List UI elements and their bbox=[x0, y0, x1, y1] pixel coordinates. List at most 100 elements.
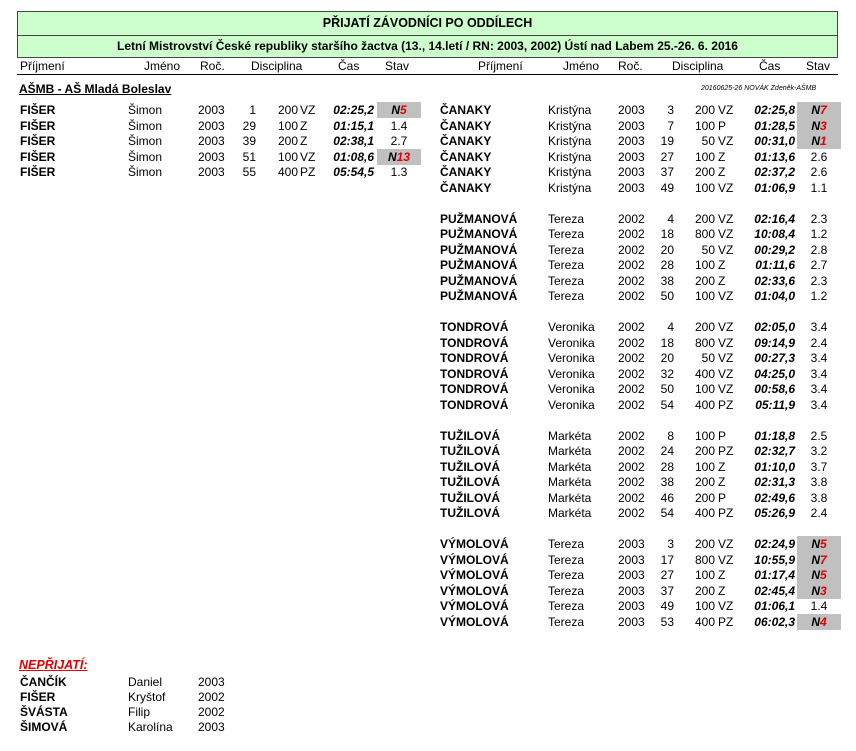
surname-cell: TONDROVÁ bbox=[440, 335, 509, 350]
stroke-cell: VZ bbox=[718, 382, 734, 396]
stroke-cell: Z bbox=[718, 165, 726, 179]
name-cell: Kristýna bbox=[548, 134, 592, 148]
time-cell: 06:02,3 bbox=[754, 614, 795, 629]
status-rank: 3 bbox=[819, 118, 827, 133]
surname-cell: TONDROVÁ bbox=[440, 397, 509, 412]
distance-cell: 400 bbox=[694, 506, 715, 520]
time-cell: 01:28,5 bbox=[754, 118, 795, 133]
distance-cell: 100 bbox=[694, 599, 715, 613]
year-cell: 2003 bbox=[618, 552, 645, 567]
name-cell: Tereza bbox=[548, 599, 585, 613]
status-value: 2.3 bbox=[810, 273, 828, 288]
header-year: Roč. bbox=[200, 59, 225, 73]
stroke-cell: VZ bbox=[718, 552, 734, 567]
year-cell: 2002 bbox=[618, 459, 645, 474]
table-row: TONDROVÁ Veronika 2002 54 400 PZ 05:11,9 3.4 bbox=[0, 397, 856, 413]
surname-cell: TONDROVÁ bbox=[440, 366, 509, 381]
stroke-cell: Z bbox=[718, 475, 726, 489]
year-cell: 2003 bbox=[618, 165, 645, 179]
time-cell: 02:25,8 bbox=[754, 103, 795, 117]
name-cell: Tereza bbox=[548, 273, 585, 288]
status-badge: N5 bbox=[797, 567, 841, 583]
time-cell: 09:14,9 bbox=[754, 335, 795, 350]
time-cell: 02:37,2 bbox=[754, 165, 795, 179]
distance-cell: 50 bbox=[701, 134, 715, 148]
stroke-cell: Z bbox=[718, 149, 726, 164]
surname-cell: PUŽMANOVÁ bbox=[440, 242, 518, 257]
status-prefix: N bbox=[811, 583, 820, 598]
table-row: TUŽILOVÁ Markéta 2002 38 200 Z 02:31,3 3.8 bbox=[0, 474, 856, 490]
status-value: 2.6 bbox=[810, 149, 828, 164]
table-row: TUŽILOVÁ Markéta 2002 24 200 PZ 02:32,7 3.2 bbox=[0, 443, 856, 459]
distance-cell: 200 bbox=[694, 103, 715, 117]
header-surname: Příjmení bbox=[20, 59, 65, 73]
table-row: ČANAKY Kristýna 2003 27 100 Z 01:13,6 2.6 bbox=[0, 149, 856, 165]
year-cell: 2002 bbox=[618, 289, 645, 303]
header-name: Jméno bbox=[144, 59, 181, 73]
stroke-cell: Z bbox=[718, 459, 726, 474]
surname-cell: VÝMOLOVÁ bbox=[440, 552, 509, 567]
year-cell: 2002 bbox=[618, 506, 645, 520]
event-number-cell: 8 bbox=[667, 428, 674, 443]
time-cell: 10:08,4 bbox=[754, 227, 795, 241]
distance-cell: 200 bbox=[694, 475, 715, 489]
year-cell: 2002 bbox=[618, 211, 645, 226]
time-cell: 02:31,3 bbox=[754, 475, 795, 489]
name-cell: Markéta bbox=[548, 459, 592, 474]
name-cell: Tereza bbox=[548, 568, 585, 582]
event-number-cell: 19 bbox=[660, 134, 674, 148]
header-status: Stav bbox=[385, 59, 410, 73]
status-value: 3.4 bbox=[810, 366, 828, 381]
year-cell: 2002 bbox=[618, 227, 645, 241]
distance-cell: 800 bbox=[694, 552, 715, 567]
time-cell: 02:33,6 bbox=[754, 273, 795, 288]
year-cell: 2002 bbox=[618, 320, 645, 334]
stroke-cell: VZ bbox=[718, 366, 734, 381]
event-number-cell: 4 bbox=[667, 211, 674, 226]
name-cell: Kristýna bbox=[548, 180, 592, 195]
stroke-cell: Z bbox=[718, 258, 726, 272]
status-value: 1.1 bbox=[810, 180, 828, 195]
event-number-cell: 28 bbox=[660, 258, 674, 272]
time-cell: 02:24,9 bbox=[754, 537, 795, 551]
table-row: TONDROVÁ Veronika 2002 32 400 VZ 04:25,0 3.4 bbox=[0, 366, 856, 382]
header-surname: Příjmení bbox=[478, 59, 523, 73]
status-value: 2.7 bbox=[810, 258, 828, 272]
distance-cell: 50 bbox=[701, 242, 715, 257]
status-rank: 7 bbox=[819, 552, 827, 567]
status-value: 3.8 bbox=[810, 490, 828, 505]
stroke-cell: VZ bbox=[718, 351, 734, 365]
event-number-cell: 20 bbox=[660, 351, 674, 365]
header-year: Roč. bbox=[618, 59, 643, 73]
surname-cell: FIŠER bbox=[20, 690, 56, 704]
table-row: PUŽMANOVÁ Tereza 2002 18 800 VZ 10:08,4 1.2 bbox=[0, 226, 856, 242]
status-value: 2.3 bbox=[810, 211, 828, 226]
surname-cell: ČANAKY bbox=[440, 149, 492, 164]
stroke-cell: VZ bbox=[718, 180, 734, 195]
time-cell: 01:18,8 bbox=[754, 428, 795, 443]
year-cell: 2002 bbox=[618, 382, 645, 396]
status-prefix: N bbox=[811, 568, 820, 582]
name-cell: Kristýna bbox=[548, 165, 592, 179]
status-value: 1.2 bbox=[810, 227, 828, 241]
name-cell: Filip bbox=[128, 705, 151, 719]
surname-cell: VÝMOLOVÁ bbox=[440, 599, 509, 613]
table-row: VÝMOLOVÁ Tereza 2003 27 100 Z 01:17,4 N5 bbox=[0, 567, 856, 583]
surname-cell: PUŽMANOVÁ bbox=[440, 258, 518, 272]
year-cell: 2002 bbox=[618, 428, 645, 443]
table-row: TONDROVÁ Veronika 2002 20 50 VZ 00:27,3 3.4 bbox=[0, 350, 856, 366]
status-value: 3.4 bbox=[810, 382, 828, 396]
year-cell: 2002 bbox=[198, 690, 225, 704]
status-value: 2.6 bbox=[810, 165, 828, 179]
table-row: ČANAKY Kristýna 2003 19 50 VZ 00:31,0 N1 bbox=[0, 133, 856, 149]
year-cell: 2002 bbox=[618, 444, 645, 458]
surname-cell: TUŽILOVÁ bbox=[440, 490, 500, 505]
name-cell: Veronika bbox=[548, 335, 595, 350]
distance-cell: 200 bbox=[694, 490, 715, 505]
year-cell: 2003 bbox=[618, 568, 645, 582]
year-cell: 2003 bbox=[618, 599, 645, 613]
time-cell: 00:27,3 bbox=[754, 351, 795, 365]
header-name: Jméno bbox=[563, 59, 600, 73]
status-value: 2.4 bbox=[810, 506, 828, 520]
surname-cell: PUŽMANOVÁ bbox=[440, 227, 518, 241]
